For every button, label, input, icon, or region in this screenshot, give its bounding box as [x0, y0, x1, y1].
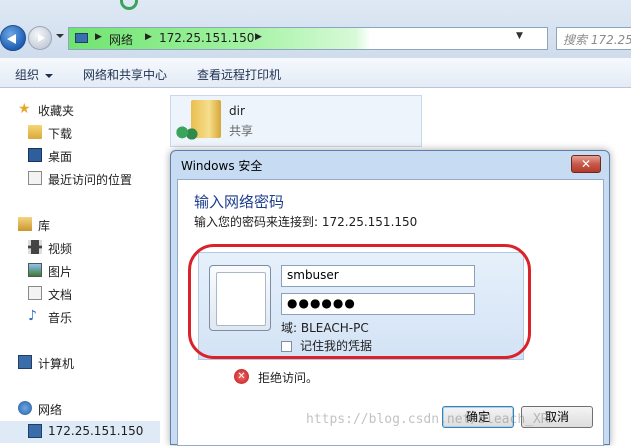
library-icon [18, 217, 32, 231]
organize-menu[interactable]: 组织 [15, 66, 54, 83]
view-printers-button[interactable]: 查看远程打印机 [197, 66, 281, 83]
error-message: 拒绝访问。 [258, 371, 319, 385]
chevron-right-icon[interactable]: ▶ [145, 32, 152, 42]
chevron-right-icon[interactable]: ▶ [255, 32, 262, 42]
nav-downloads[interactable]: 下载 [0, 122, 160, 144]
decorative-arc [120, 0, 138, 10]
share-users-icon [175, 126, 199, 142]
network-location-icon [75, 33, 88, 43]
chevron-down-icon [45, 73, 54, 78]
nav-documents[interactable]: 文档 [0, 283, 160, 305]
ok-button[interactable]: 确定 [442, 406, 514, 428]
share-type: 共享 [229, 124, 254, 138]
cancel-button[interactable]: 取消 [521, 406, 593, 428]
nav-music[interactable]: ♪ 音乐 [0, 306, 160, 328]
network-icon [18, 401, 32, 415]
back-button[interactable] [0, 25, 26, 51]
document-icon [28, 286, 42, 300]
nav-recent[interactable]: 最近访问的位置 [0, 168, 160, 190]
command-bar: 组织 网络和共享中心 查看远程打印机 [0, 58, 631, 88]
nav-favorites[interactable]: ★ 收藏夹 [0, 99, 160, 121]
address-bar: ▶ 网络 ▶ 172.25.151.150 ▶ ▼ ✕ 搜索 172.25.15… [0, 0, 631, 58]
desktop-icon [28, 148, 42, 162]
nav-label: 文档 [48, 288, 73, 302]
dialog-body: 输入网络密码 输入您的密码来连接到: 172.25.151.150 smbuse… [177, 179, 604, 446]
recent-pages-dropdown-icon[interactable] [56, 34, 64, 38]
network-computer-icon [28, 424, 42, 438]
credentials-dialog: Windows 安全 ✕ 输入网络密码 输入您的密码来连接到: 172.25.1… [170, 150, 610, 446]
nav-label: 视频 [48, 242, 73, 256]
nav-desktop[interactable]: 桌面 [0, 145, 160, 167]
nav-pictures[interactable]: 图片 [0, 260, 160, 282]
dialog-subheading: 输入您的密码来连接到: 172.25.151.150 [194, 215, 418, 229]
breadcrumb[interactable]: ▶ 网络 ▶ 172.25.151.150 ▶ ▼ ✕ [68, 27, 610, 50]
chevron-right-icon[interactable]: ▶ [95, 32, 102, 42]
star-icon: ★ [18, 101, 31, 117]
nav-label: 最近访问的位置 [48, 173, 133, 187]
nav-label: 网络 [38, 403, 63, 417]
breadcrumb-host[interactable]: 172.25.151.150 [159, 31, 254, 45]
nav-label: 桌面 [48, 150, 73, 164]
nav-label: 计算机 [38, 357, 75, 371]
search-input[interactable]: 搜索 172.25.151.150 [556, 27, 631, 50]
organize-label: 组织 [15, 68, 40, 82]
picture-icon [28, 263, 42, 277]
nav-computer[interactable]: 计算机 [0, 352, 160, 374]
nav-libraries[interactable]: 库 [0, 214, 160, 236]
nav-videos[interactable]: 视频 [0, 237, 160, 259]
nav-label: 音乐 [48, 311, 73, 325]
navigation-pane: ★ 收藏夹 下载 桌面 最近访问的位置 库 视频 图片 文档 ♪ 音乐 计算机 … [0, 89, 160, 445]
nav-label: 收藏夹 [38, 104, 75, 118]
download-folder-icon [28, 125, 42, 139]
network-center-button[interactable]: 网络和共享中心 [83, 66, 167, 83]
computer-icon [18, 355, 32, 369]
nav-network[interactable]: 网络 [0, 398, 160, 420]
chevron-down-icon[interactable]: ▼ [516, 31, 523, 41]
nav-label: 172.25.151.150 [48, 424, 144, 438]
highlight-annotation [188, 244, 531, 359]
nav-label: 图片 [48, 265, 73, 279]
share-name: dir [229, 104, 245, 118]
dialog-title: Windows 安全 [181, 159, 263, 173]
video-icon [28, 240, 42, 254]
error-icon: ✕ [234, 369, 249, 384]
nav-label: 下载 [48, 127, 73, 141]
breadcrumb-network[interactable]: 网络 [109, 31, 133, 48]
dialog-heading: 输入网络密码 [194, 193, 285, 211]
forward-button[interactable] [28, 26, 52, 50]
recent-places-icon [28, 171, 42, 185]
nav-label: 库 [38, 219, 51, 233]
music-icon: ♪ [28, 308, 37, 324]
nav-host[interactable]: 172.25.151.150 [0, 421, 160, 443]
close-button[interactable]: ✕ [571, 155, 601, 173]
share-item-dir[interactable]: dir 共享 [170, 95, 422, 147]
